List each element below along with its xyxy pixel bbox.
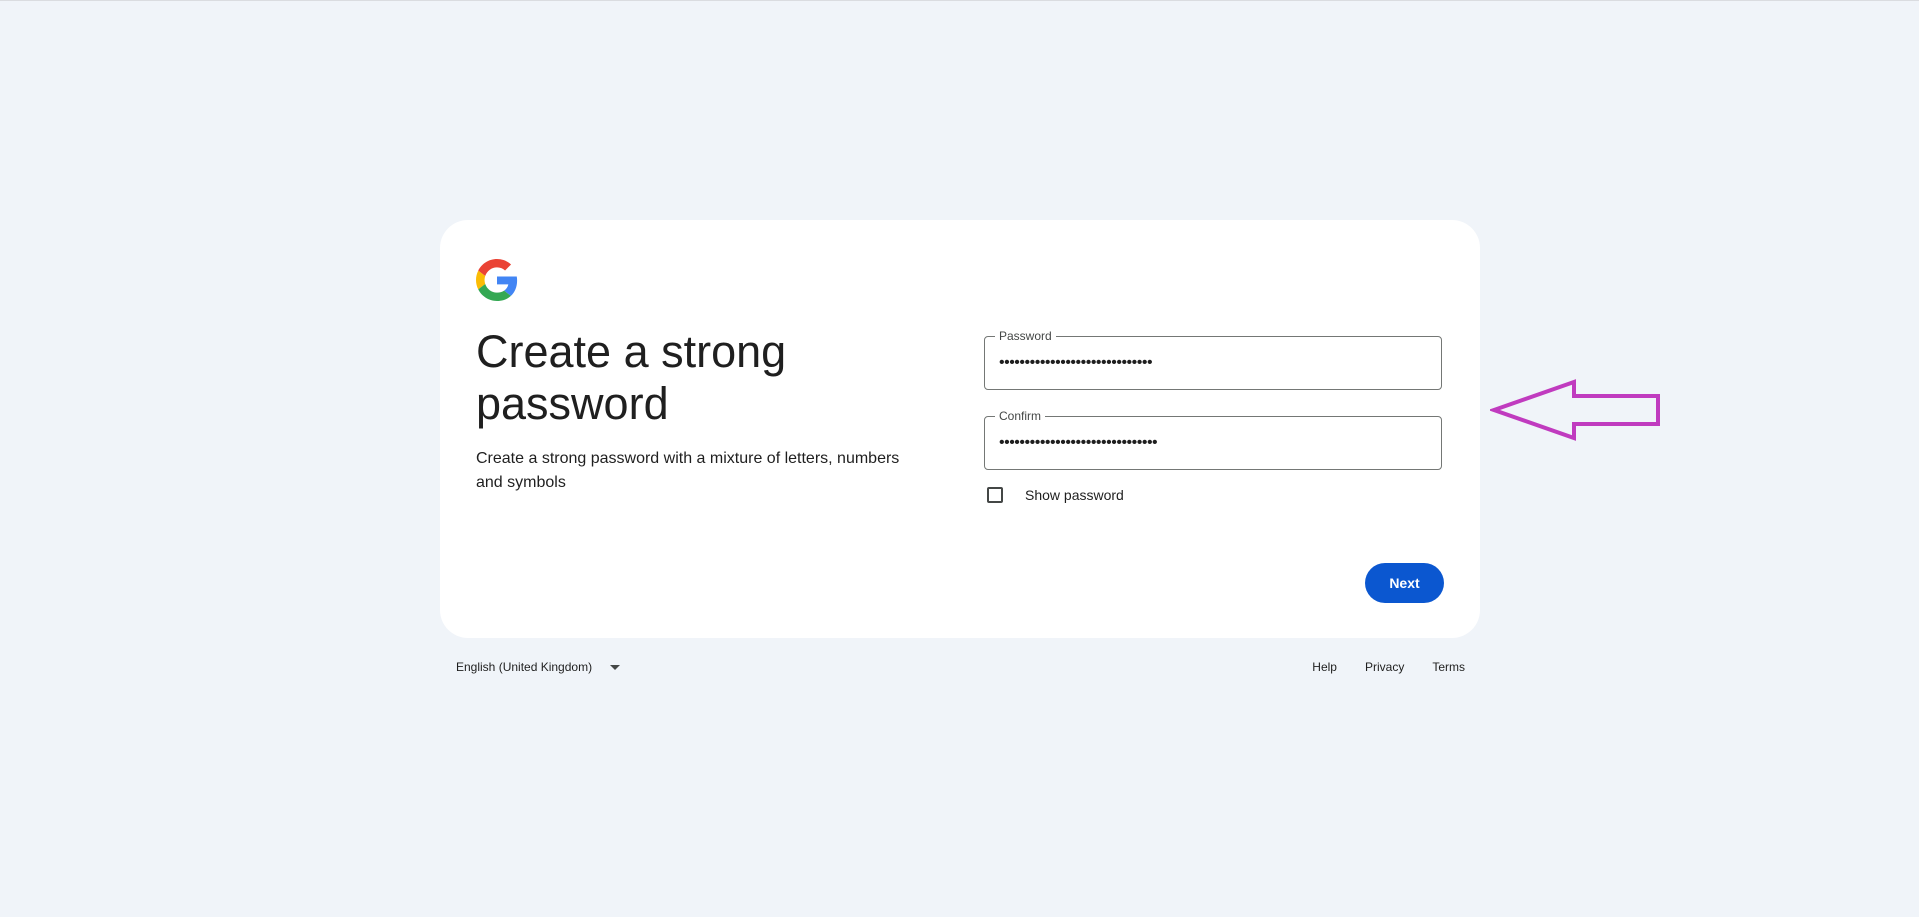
show-password-toggle[interactable]: Show password [984, 483, 1124, 507]
confirm-password-field[interactable]: Confirm ••••••••••••••••••••••••••••••• [984, 409, 1442, 470]
password-field[interactable]: Password •••••••••••••••••••••••••••••• [984, 329, 1442, 390]
google-g-icon [476, 259, 518, 301]
signup-card: Create a strong password Create a strong… [440, 220, 1480, 638]
footer-link-help[interactable]: Help [1312, 660, 1337, 674]
show-password-label[interactable]: Show password [1025, 487, 1124, 503]
next-button[interactable]: Next [1365, 563, 1444, 603]
language-label[interactable]: English (United Kingdom) [456, 660, 592, 674]
password-field-label: Password [995, 329, 1056, 343]
footer-link-privacy[interactable]: Privacy [1365, 660, 1404, 674]
footer-links: Help Privacy Terms [1312, 660, 1465, 674]
footer-link-terms[interactable]: Terms [1432, 660, 1465, 674]
confirm-field-label: Confirm [995, 409, 1046, 423]
language-selector[interactable]: English (United Kingdom) [456, 660, 621, 674]
top-divider [0, 0, 1919, 1]
page-subtitle: Create a strong password with a mixture … [476, 450, 900, 491]
password-field-value: •••••••••••••••••••••••••••••• [999, 354, 1153, 371]
caret-down-icon[interactable] [610, 664, 621, 670]
arrow-left-icon [1487, 378, 1662, 442]
page-title: Create a strong password [476, 326, 787, 429]
confirm-field-value: ••••••••••••••••••••••••••••••• [999, 434, 1158, 451]
footer: English (United Kingdom) Help Privacy Te… [440, 660, 1480, 680]
show-password-checkbox[interactable] [987, 487, 1003, 503]
